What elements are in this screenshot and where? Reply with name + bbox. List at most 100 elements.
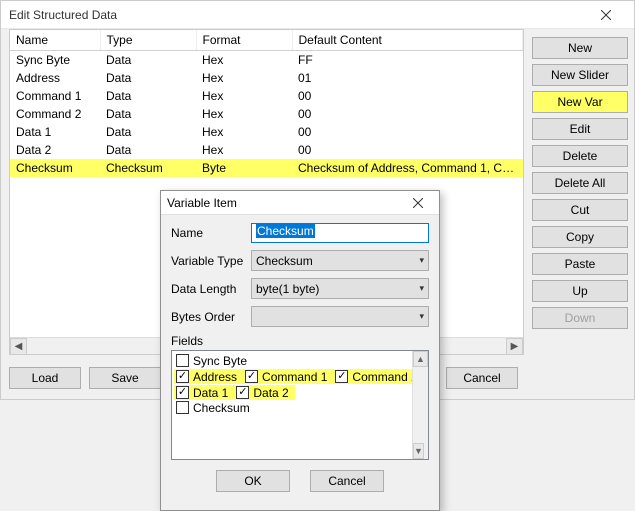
cell-type: Data — [100, 123, 196, 141]
cell-name: Sync Byte — [10, 50, 100, 69]
delete-all-button[interactable]: Delete All — [532, 172, 628, 194]
col-type[interactable]: Type — [100, 30, 196, 50]
scroll-left-icon[interactable]: ◀ — [10, 338, 27, 355]
table-row[interactable]: Sync ByteDataHexFF — [10, 50, 523, 69]
col-name[interactable]: Name — [10, 30, 100, 50]
cell-type: Data — [100, 141, 196, 159]
new-slider-button[interactable]: New Slider — [532, 64, 628, 86]
field-item-label: Data 1 — [193, 386, 228, 400]
cell-type: Data — [100, 69, 196, 87]
cell-format: Byte — [196, 159, 292, 177]
load-button[interactable]: Load — [9, 367, 81, 389]
down-button[interactable]: Down — [532, 307, 628, 329]
cell-default: FF — [292, 50, 523, 69]
cell-format: Hex — [196, 141, 292, 159]
checkbox[interactable] — [176, 370, 189, 383]
cell-type: Data — [100, 87, 196, 105]
new-var-button[interactable]: New Var — [532, 91, 628, 113]
cell-format: Hex — [196, 105, 292, 123]
cell-type: Data — [100, 105, 196, 123]
table-row[interactable]: AddressDataHex01 — [10, 69, 523, 87]
dialog-button-row: OK Cancel — [171, 470, 429, 492]
new-button[interactable]: New — [532, 37, 628, 59]
main-close-button[interactable] — [586, 2, 626, 28]
chevron-down-icon: ▾ — [419, 311, 424, 322]
field-item[interactable]: Command 1 — [243, 369, 333, 384]
data-grid[interactable]: Name Type Format Default Content Sync By… — [10, 30, 523, 177]
dialog-close-button[interactable] — [403, 192, 433, 214]
table-row[interactable]: Command 1DataHex00 — [10, 87, 523, 105]
field-item[interactable]: Data 1 — [174, 385, 234, 400]
cell-default: 01 — [292, 69, 523, 87]
data-length-select[interactable]: byte(1 byte) ▾ — [251, 278, 429, 299]
cell-default: 00 — [292, 87, 523, 105]
checkbox[interactable] — [236, 386, 249, 399]
edit-button[interactable]: Edit — [532, 118, 628, 140]
cell-type: Checksum — [100, 159, 196, 177]
main-window-title: Edit Structured Data — [9, 8, 586, 22]
variable-type-value: Checksum — [256, 254, 313, 268]
cell-default: 00 — [292, 105, 523, 123]
name-label: Name — [171, 226, 251, 240]
field-item[interactable]: Sync Byte — [174, 353, 426, 368]
paste-button[interactable]: Paste — [532, 253, 628, 275]
data-length-value: byte(1 byte) — [256, 282, 319, 296]
field-item[interactable]: Command 2 — [333, 369, 423, 384]
close-icon — [413, 198, 423, 208]
field-item[interactable]: Address — [174, 369, 243, 384]
save-button[interactable]: Save — [89, 367, 161, 389]
variable-type-select[interactable]: Checksum ▾ — [251, 250, 429, 271]
chevron-down-icon: ▾ — [419, 255, 424, 266]
cell-type: Data — [100, 50, 196, 69]
col-default[interactable]: Default Content — [292, 30, 523, 50]
cell-name: Address — [10, 69, 100, 87]
cell-format: Hex — [196, 87, 292, 105]
side-button-panel: New New Slider New Var Edit Delete Delet… — [532, 37, 628, 329]
checkbox[interactable] — [335, 370, 348, 383]
table-row[interactable]: Data 2DataHex00 — [10, 141, 523, 159]
name-input[interactable]: Checksum — [251, 223, 429, 243]
cell-name: Data 1 — [10, 123, 100, 141]
chevron-down-icon: ▾ — [419, 283, 424, 294]
scroll-down-icon[interactable]: ▼ — [413, 443, 424, 459]
cell-name: Checksum — [10, 159, 100, 177]
checkbox[interactable] — [245, 370, 258, 383]
dialog-cancel-button[interactable]: Cancel — [310, 470, 384, 492]
cell-name: Command 2 — [10, 105, 100, 123]
cell-format: Hex — [196, 69, 292, 87]
copy-button[interactable]: Copy — [532, 226, 628, 248]
field-item[interactable]: Checksum — [174, 400, 426, 415]
cell-name: Data 2 — [10, 141, 100, 159]
bytes-order-select[interactable]: ▾ — [251, 306, 429, 327]
grid-header-row: Name Type Format Default Content — [10, 30, 523, 50]
table-row[interactable]: ChecksumChecksumByteChecksum of Address,… — [10, 159, 523, 177]
field-item-label: Checksum — [193, 401, 250, 415]
cut-button[interactable]: Cut — [532, 199, 628, 221]
bottom-button-panel: Load Save — [9, 367, 161, 389]
checkbox[interactable] — [176, 401, 189, 414]
table-row[interactable]: Data 1DataHex00 — [10, 123, 523, 141]
field-item-label: Command 2 — [352, 370, 417, 384]
fields-listbox[interactable]: Sync ByteAddressCommand 1 Command 2 Data 1… — [171, 350, 429, 460]
up-button[interactable]: Up — [532, 280, 628, 302]
dialog-body: Name Checksum Variable Type Checksum ▾ D… — [161, 215, 439, 500]
table-row[interactable]: Command 2DataHex00 — [10, 105, 523, 123]
main-titlebar: Edit Structured Data — [1, 1, 634, 29]
ok-button[interactable]: OK — [216, 470, 290, 492]
cell-default: Checksum of Address, Command 1, Comman..… — [292, 159, 523, 177]
field-item[interactable]: Data 2 — [234, 385, 294, 400]
checkbox[interactable] — [176, 386, 189, 399]
cell-format: Hex — [196, 50, 292, 69]
cell-default: 00 — [292, 123, 523, 141]
variable-item-dialog: Variable Item Name Checksum Variable Typ… — [160, 190, 440, 511]
main-cancel-button[interactable]: Cancel — [446, 367, 518, 389]
checkbox[interactable] — [176, 354, 189, 367]
variable-type-label: Variable Type — [171, 254, 251, 268]
scroll-right-icon[interactable]: ▶ — [506, 338, 523, 355]
scroll-up-icon[interactable]: ▲ — [413, 351, 428, 367]
delete-button[interactable]: Delete — [532, 145, 628, 167]
fields-scrollbar[interactable]: ▲ ▼ — [412, 351, 428, 459]
col-format[interactable]: Format — [196, 30, 292, 50]
field-item-label: Sync Byte — [193, 354, 247, 368]
cell-name: Command 1 — [10, 87, 100, 105]
